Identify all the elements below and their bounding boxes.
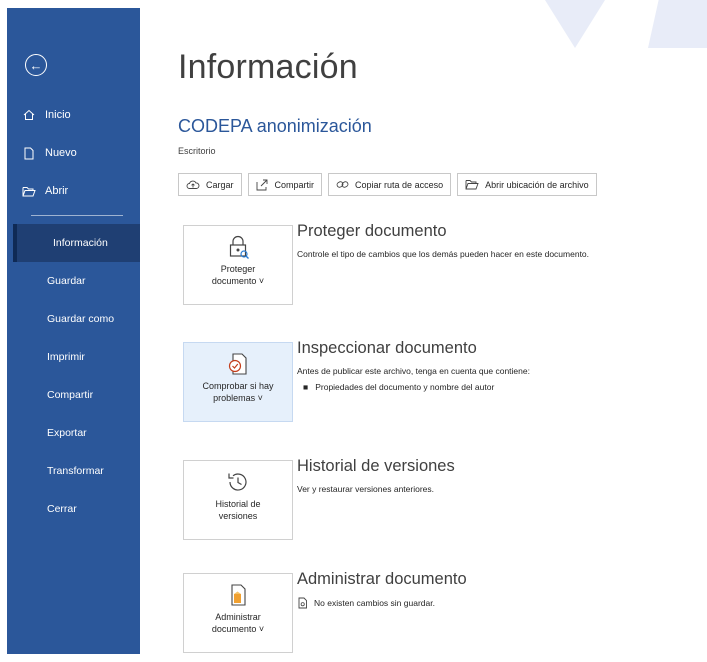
inspect-document-icon xyxy=(225,351,251,377)
section-description: Ver y restaurar versiones anteriores. xyxy=(297,484,435,494)
history-icon xyxy=(225,469,251,495)
new-document-icon xyxy=(21,145,37,161)
sidebar-item-cerrar[interactable]: Cerrar xyxy=(7,490,140,528)
manage-document-button[interactable]: Administrar documento ˅ xyxy=(183,573,293,653)
document-icon xyxy=(297,597,308,609)
check-for-issues-button[interactable]: Comprobar si hay problemas ˅ xyxy=(183,342,293,422)
sidebar-item-abrir[interactable]: Abrir xyxy=(7,172,140,210)
sidebar-item-label: Guardar xyxy=(47,275,86,287)
bullet-icon: ■ xyxy=(303,382,316,392)
copy-path-button[interactable]: Copiar ruta de acceso xyxy=(328,173,452,196)
page-title: Información xyxy=(178,48,358,86)
section-title: Administrar documento xyxy=(297,570,467,588)
sidebar-nav: Información Guardar Guardar como Imprimi… xyxy=(7,224,140,528)
version-history-label: Historial de versiones xyxy=(215,499,261,521)
status-text: No existen cambios sin guardar. xyxy=(314,598,435,608)
section-description: Antes de publicar este archivo, tenga en… xyxy=(297,366,530,376)
home-icon xyxy=(21,107,37,123)
sidebar-item-label: Inicio xyxy=(45,109,71,121)
upload-button-label: Cargar xyxy=(206,179,234,190)
section-title: Inspeccionar documento xyxy=(297,339,477,357)
check-for-issues-label: Comprobar si hay problemas ˅ xyxy=(202,381,274,403)
arrow-left-icon: ← xyxy=(29,57,43,73)
back-button[interactable]: ← xyxy=(25,54,47,76)
sidebar-item-informacion[interactable]: Información xyxy=(13,224,140,262)
sidebar-item-label: Abrir xyxy=(45,185,69,197)
open-file-location-button[interactable]: Abrir ubicación de archivo xyxy=(457,173,597,196)
sidebar-item-guardar[interactable]: Guardar xyxy=(7,262,140,300)
sidebar-item-label: Imprimir xyxy=(47,351,85,363)
sidebar-item-label: Compartir xyxy=(47,389,94,401)
sidebar-item-nuevo[interactable]: Nuevo xyxy=(7,134,140,172)
lock-icon xyxy=(225,234,251,260)
decorative-shape xyxy=(545,0,605,48)
file-actions-toolbar: Cargar Compartir Copiar ruta de acceso A… xyxy=(178,173,597,196)
document-location: Escritorio xyxy=(178,146,216,156)
share-button[interactable]: Compartir xyxy=(247,173,323,196)
share-button-label: Compartir xyxy=(274,179,315,190)
share-icon xyxy=(256,179,269,191)
sidebar-item-label: Transformar xyxy=(47,465,104,477)
backstage-sidebar: ← Inicio Nuevo Abrir Información Guardar… xyxy=(7,8,140,654)
open-file-location-button-label: Abrir ubicación de archivo xyxy=(485,179,589,190)
section-status: No existen cambios sin guardar. xyxy=(297,597,435,609)
manage-document-icon xyxy=(225,582,251,608)
folder-open-icon xyxy=(465,179,479,190)
link-icon xyxy=(336,179,349,190)
sidebar-item-transformar[interactable]: Transformar xyxy=(7,452,140,490)
protect-document-button[interactable]: Proteger documento ˅ xyxy=(183,225,293,305)
sidebar-item-compartir[interactable]: Compartir xyxy=(7,376,140,414)
bullet-text: Propiedades del documento y nombre del a… xyxy=(315,382,495,392)
sidebar-divider xyxy=(31,215,123,216)
sidebar-item-label: Exportar xyxy=(47,427,87,439)
sidebar-top-nav: Inicio Nuevo Abrir xyxy=(7,96,140,210)
cloud-upload-icon xyxy=(186,179,200,190)
sidebar-item-imprimir[interactable]: Imprimir xyxy=(7,338,140,376)
manage-document-label: Administrar documento ˅ xyxy=(211,612,265,634)
sidebar-item-exportar[interactable]: Exportar xyxy=(7,414,140,452)
section-title: Proteger documento xyxy=(297,222,447,240)
copy-path-button-label: Copiar ruta de acceso xyxy=(355,179,444,190)
sidebar-item-label: Nuevo xyxy=(45,147,77,159)
section-title: Historial de versiones xyxy=(297,457,455,475)
decorative-shape xyxy=(648,0,707,48)
version-history-button[interactable]: Historial de versiones xyxy=(183,460,293,540)
sidebar-item-label: Guardar como xyxy=(47,313,115,325)
sidebar-item-guardar-como[interactable]: Guardar como xyxy=(7,300,140,338)
protect-document-label: Proteger documento ˅ xyxy=(211,264,265,286)
section-bullet: ■ Propiedades del documento y nombre del… xyxy=(303,382,494,392)
document-title: CODEPA anonimización xyxy=(178,116,372,136)
sidebar-item-inicio[interactable]: Inicio xyxy=(7,96,140,134)
sidebar-item-label: Cerrar xyxy=(47,503,77,515)
folder-open-icon xyxy=(21,183,37,199)
section-description: Controle el tipo de cambios que los demá… xyxy=(297,249,590,259)
upload-button[interactable]: Cargar xyxy=(178,173,242,196)
sidebar-item-label: Información xyxy=(53,237,108,249)
